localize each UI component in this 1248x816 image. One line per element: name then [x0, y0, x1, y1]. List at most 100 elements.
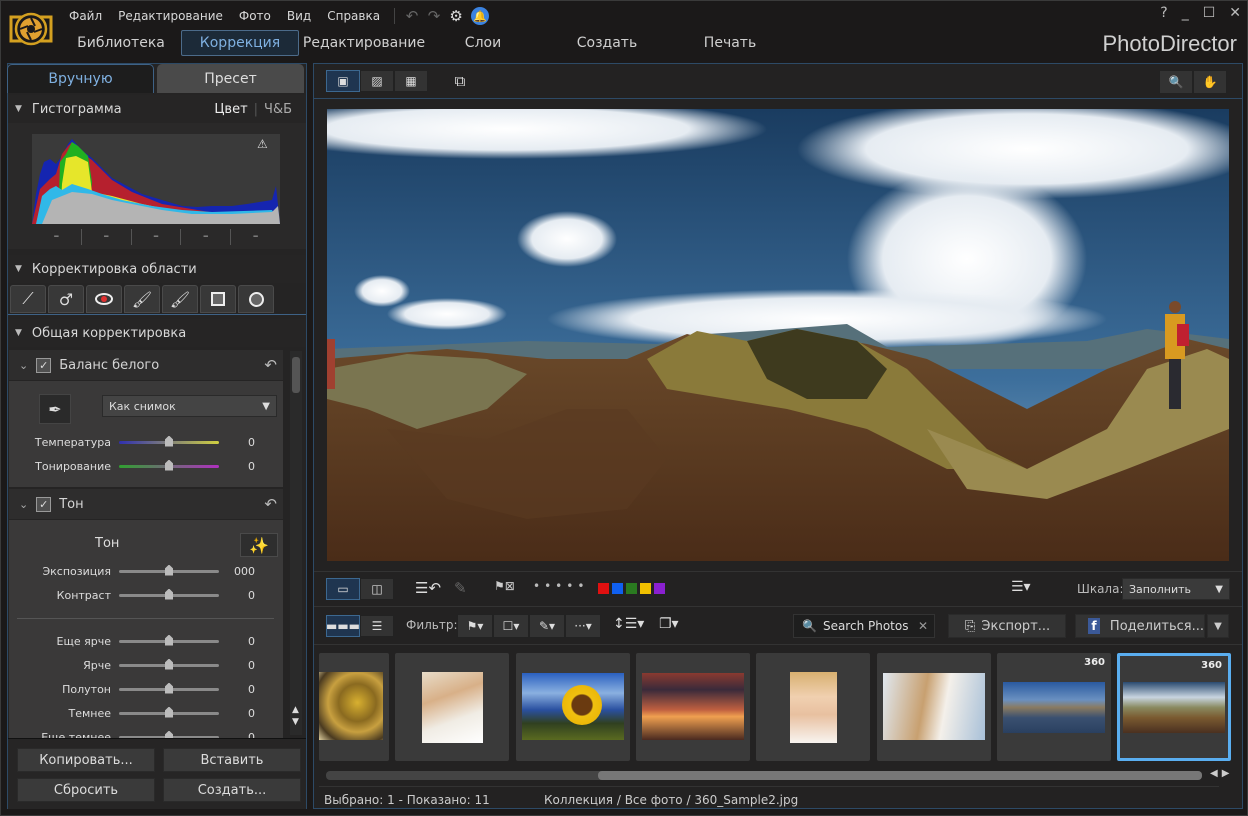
- paste-button[interactable]: Вставить: [163, 748, 301, 772]
- scrollbar-thumb[interactable]: [598, 771, 1202, 780]
- radial-filter-tool-icon[interactable]: [238, 285, 274, 313]
- share-dropdown-arrow-icon[interactable]: ▼: [1207, 614, 1229, 638]
- slider-track[interactable]: [119, 658, 219, 670]
- flag-reject-icon[interactable]: ⚑⊠: [494, 579, 515, 593]
- slider-thumb[interactable]: [165, 706, 173, 718]
- main-photo-preview[interactable]: [327, 109, 1229, 561]
- tab-library[interactable]: Библиотека: [61, 30, 181, 56]
- single-view-icon[interactable]: ▭: [326, 578, 360, 600]
- graduated-filter-tool-icon[interactable]: [200, 285, 236, 313]
- compare-view-icon[interactable]: ◫: [360, 578, 394, 600]
- tone-header[interactable]: ⌄ ✓ Тон ↶: [9, 489, 283, 519]
- slider-track[interactable]: [119, 682, 219, 694]
- thumbnail-woman-smiling[interactable]: [395, 653, 509, 761]
- slider-thumb[interactable]: [165, 564, 173, 576]
- menu-edit[interactable]: Редактирование: [110, 9, 231, 23]
- viewer-only-view-icon[interactable]: ▨: [360, 70, 394, 92]
- menu-file[interactable]: Файл: [61, 9, 110, 23]
- list-layout-icon[interactable]: ☰: [360, 615, 394, 637]
- sort-menu-icon[interactable]: ☰▾: [1011, 579, 1031, 595]
- fullscreen-icon[interactable]: ⧉: [448, 70, 472, 92]
- brush-tool-icon[interactable]: 🖌: [124, 285, 160, 313]
- scroll-down-icon[interactable]: ▼: [292, 716, 299, 728]
- menu-photo[interactable]: Фото: [231, 9, 279, 23]
- menu-view[interactable]: Вид: [279, 9, 319, 23]
- clipping-warning-icon[interactable]: ⚠: [257, 137, 268, 151]
- grid-view-icon[interactable]: ▦: [394, 70, 428, 92]
- thumbnail-360-mountain[interactable]: 360: [1117, 653, 1231, 761]
- area-adjustment-header[interactable]: ▼ Корректировка области: [8, 255, 306, 283]
- scale-select[interactable]: Заполнить ▼: [1122, 578, 1230, 600]
- tab-layers[interactable]: Слои: [429, 30, 537, 56]
- temperature-slider[interactable]: [119, 435, 219, 447]
- share-button[interactable]: f Поделиться...: [1075, 614, 1205, 638]
- color-label-blue[interactable]: [612, 583, 623, 594]
- menu-help[interactable]: Справка: [319, 9, 388, 23]
- thumbnail-size-icon[interactable]: ↕☰▾: [613, 616, 644, 632]
- rating-filter-icon[interactable]: ☐▾: [493, 614, 529, 638]
- tab-print[interactable]: Печать: [677, 30, 783, 56]
- slider-thumb[interactable]: [165, 658, 173, 670]
- color-label-red[interactable]: [598, 583, 609, 594]
- zoom-magnifier-icon[interactable]: 🔍: [1159, 70, 1193, 94]
- slider-thumb[interactable]: [165, 435, 173, 447]
- slider-thumb[interactable]: [165, 459, 173, 471]
- reset-undo-icon[interactable]: ↶: [264, 356, 277, 374]
- minimize-button[interactable]: _: [1182, 5, 1189, 21]
- create-preset-button[interactable]: Создать...: [163, 778, 301, 802]
- chevron-down-icon[interactable]: ⌄: [19, 359, 28, 372]
- thumbnail-woman-laughing[interactable]: [756, 653, 870, 761]
- contrast-slider[interactable]: [119, 588, 219, 600]
- edit-filter-icon[interactable]: ✎▾: [529, 614, 565, 638]
- viewer-filmstrip-view-icon[interactable]: ▣: [326, 70, 360, 92]
- flag-filter-icon[interactable]: ⚑▾: [457, 614, 493, 638]
- maximize-button[interactable]: ☐: [1203, 5, 1216, 21]
- tab-adjustment[interactable]: Коррекция: [181, 30, 299, 56]
- histogram-bw-toggle[interactable]: Ч&Б: [264, 102, 292, 117]
- scroll-up-icon[interactable]: ▲: [292, 704, 299, 716]
- thumbnail-360-city[interactable]: 360: [997, 653, 1111, 761]
- eyedropper-icon[interactable]: ✒: [39, 394, 71, 424]
- scroll-right-icon[interactable]: ▶: [1222, 768, 1234, 779]
- color-label-green[interactable]: [626, 583, 637, 594]
- export-button[interactable]: ⎘ Экспорт...: [948, 614, 1066, 638]
- white-balance-checkbox[interactable]: ✓: [36, 357, 52, 373]
- star-rating-dots[interactable]: •••••: [533, 579, 588, 593]
- slider-thumb[interactable]: [165, 730, 173, 738]
- slider-thumb[interactable]: [165, 634, 173, 646]
- panel-scrollbar[interactable]: [290, 351, 302, 735]
- auto-tone-magic-wand-icon[interactable]: ✨: [240, 533, 278, 557]
- tab-manual[interactable]: Вручную: [7, 64, 154, 93]
- copy-button[interactable]: Копировать...: [17, 748, 155, 772]
- more-filter-icon[interactable]: ···▾: [565, 614, 601, 638]
- reset-undo-icon[interactable]: ↶: [264, 495, 277, 513]
- chevron-down-icon[interactable]: ⌄: [19, 498, 28, 511]
- filmstrip-scrollbar[interactable]: [326, 771, 1202, 780]
- help-button[interactable]: ?: [1160, 5, 1167, 21]
- color-label-purple[interactable]: [654, 583, 665, 594]
- tint-slider[interactable]: [119, 459, 219, 471]
- thumbnail-woman-portrait[interactable]: [877, 653, 991, 761]
- white-balance-preset-select[interactable]: Как снимок ▼: [102, 395, 277, 417]
- color-label-yellow[interactable]: [640, 583, 651, 594]
- pan-hand-icon[interactable]: ✋: [1193, 70, 1227, 94]
- undo-icon[interactable]: ↶: [401, 6, 423, 26]
- histogram-header[interactable]: ▼ Гистограмма Цвет | Ч&Б: [8, 95, 306, 123]
- tab-preset[interactable]: Пресет: [157, 64, 304, 93]
- close-button[interactable]: ✕: [1229, 5, 1241, 21]
- redo-icon[interactable]: ↷: [423, 6, 445, 26]
- gradient-brush-tool-icon[interactable]: 🖌: [162, 285, 198, 313]
- slider-thumb[interactable]: [165, 682, 173, 694]
- exposure-slider[interactable]: [119, 564, 219, 576]
- search-photos-field[interactable]: 🔍 Search Photos ✕: [793, 614, 935, 638]
- white-balance-header[interactable]: ⌄ ✓ Баланс белого ↶: [9, 350, 283, 380]
- edit-metadata-pencil-icon[interactable]: ✎: [454, 579, 467, 597]
- spot-removal-tool-icon[interactable]: ♂: [48, 285, 84, 313]
- crop-tool-icon[interactable]: ⟋: [10, 285, 46, 313]
- sync-adjustments-icon[interactable]: ☰↶: [415, 579, 441, 597]
- thumbnail-sunflower[interactable]: [516, 653, 630, 761]
- tab-edit[interactable]: Редактирование: [299, 30, 429, 56]
- thumbnail-spiral-staircase[interactable]: [319, 653, 389, 761]
- tone-checkbox[interactable]: ✓: [36, 496, 52, 512]
- tab-create[interactable]: Создать: [537, 30, 677, 56]
